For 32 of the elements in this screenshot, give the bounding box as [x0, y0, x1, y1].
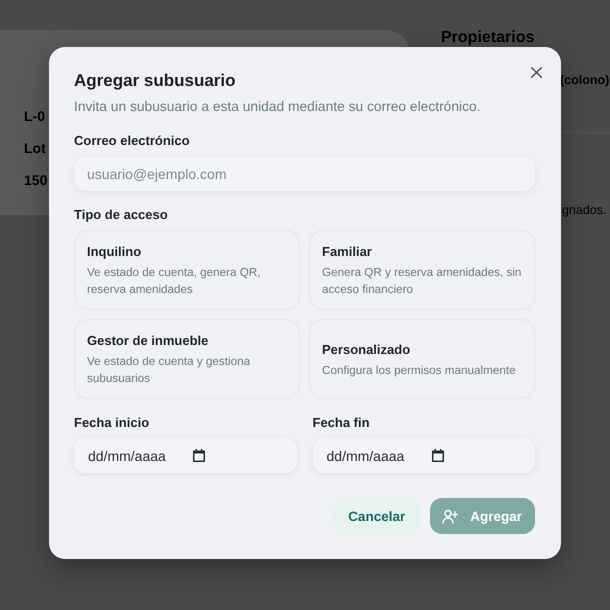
- user-plus-icon: [442, 508, 458, 524]
- background-text: Lot: [24, 139, 46, 158]
- access-option[interactable]: Gestor de inmueble Ve estado de cuenta y gestiona subusuarios: [74, 319, 300, 399]
- option-title: Inquilino: [87, 243, 142, 261]
- option-description: Ve estado de cuenta, genera QR, reserva amenidades: [87, 265, 262, 298]
- background-text: gnados.: [562, 202, 606, 219]
- cancel-button[interactable]: Cancelar: [333, 498, 420, 534]
- field-label: Correo electrónico: [74, 132, 190, 150]
- background-text: L-0: [24, 107, 45, 126]
- background-heading: Propietarios: [441, 30, 534, 46]
- option-title: Personalizado: [322, 340, 410, 358]
- field-label: Fecha inicio: [74, 414, 150, 432]
- close-icon[interactable]: [531, 67, 542, 78]
- access-option[interactable]: Familiar Genera QR y reserva amenidades, sin acceso financiero: [309, 230, 535, 310]
- calendar-icon[interactable]: [432, 449, 444, 462]
- background-text: 150: [24, 171, 48, 190]
- access-option[interactable]: Inquilino Ve estado de cuenta, genera QR, reserva amenidades: [74, 230, 300, 310]
- option-description: Configura los permisos manualmente: [322, 362, 517, 378]
- access-option[interactable]: Personalizado Configura los permisos manualmente: [309, 319, 535, 399]
- field-label: Fecha fin: [312, 414, 370, 432]
- section-label: Tipo de acceso: [74, 206, 168, 224]
- option-title: Gestor de inmueble: [87, 332, 208, 350]
- option-title: Familiar: [322, 243, 372, 261]
- background-text: (colono): [560, 72, 610, 89]
- dialog-title: Agregar subusuario: [74, 70, 236, 92]
- email-field[interactable]: usuario@ejemplo.com: [74, 157, 535, 191]
- option-description: Ve estado de cuenta y gestiona subusuarios: [87, 354, 252, 387]
- dialog-subtitle: Invita un subusuario a esta unidad mediante su correo electrónico.: [74, 98, 480, 116]
- option-description: Genera QR y reserva amenidades, sin acceso financiero: [322, 265, 522, 298]
- calendar-icon[interactable]: [193, 449, 205, 462]
- date-field[interactable]: dd/mm/aaaa: [312, 438, 535, 473]
- date-field[interactable]: dd/mm/aaaa: [74, 438, 296, 473]
